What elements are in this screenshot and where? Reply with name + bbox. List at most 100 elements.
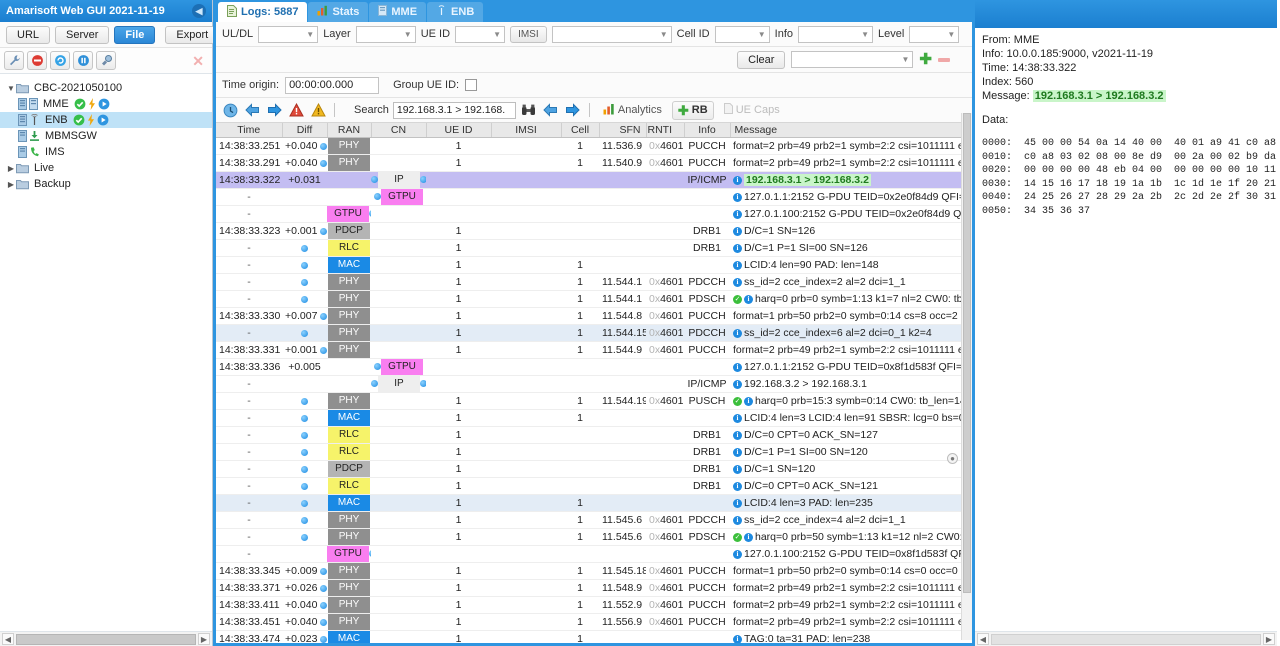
table-row[interactable]: - GTPU i 127.0.1.1:2152 G-PDU TEID=0x2e0f84… — [216, 188, 972, 206]
tree-item-ims[interactable]: IMS — [0, 144, 212, 160]
protocol-badge-phy[interactable]: PHY — [328, 308, 370, 324]
table-row[interactable]: - PHY 1 1 11.544.19 0x4601 PUSCH ✓ i harq=0 prb=… — [216, 392, 972, 410]
table-row[interactable]: 14:38:33.451 +0.040 PHY 1 1 11.556.9 0x4601 PU… — [216, 613, 972, 631]
expand-dot-icon[interactable] — [320, 584, 327, 592]
protocol-badge-phy[interactable]: PHY — [328, 325, 370, 341]
search-input[interactable]: 192.168.3.1 > 192.168. — [392, 101, 516, 119]
play-icon[interactable] — [97, 114, 109, 126]
tab-enb[interactable]: ENB — [427, 2, 484, 22]
protocol-badge-phy[interactable]: PHY — [328, 155, 370, 171]
logs-table-container[interactable]: Time Diff RAN CN UE ID IMSI Cell SFN RNT… — [216, 123, 972, 643]
table-row[interactable]: - RLC 1 DRB1 i D/C=1 P=1 SI=00 SN=120 — [216, 443, 972, 461]
add-filter-icon[interactable]: ✚ — [919, 52, 932, 67]
table-row[interactable]: 14:38:33.336 +0.005 GTPU i 127.0.1.1:2152 G-… — [216, 358, 972, 376]
protocol-badge-phy[interactable]: PHY — [328, 342, 370, 358]
preset-select[interactable]: ▼ — [791, 51, 914, 68]
expand-dot-icon[interactable] — [320, 346, 327, 354]
protocol-badge-mac[interactable]: MAC — [328, 631, 370, 643]
column-header-sfn[interactable]: SFN — [599, 123, 647, 138]
scroll-left-icon[interactable]: ◀ — [2, 633, 14, 645]
protocol-badge-mac[interactable]: MAC — [328, 257, 370, 273]
table-row[interactable]: - PHY 1 1 11.545.6 0x4601 PDSCH ✓ i harq=0 prb=5… — [216, 528, 972, 546]
expand-dot-icon[interactable] — [301, 533, 308, 541]
expand-dot-icon[interactable] — [369, 209, 371, 217]
binoculars-icon[interactable] — [520, 101, 538, 119]
table-row[interactable]: - GTPU i 127.0.1.100:2152 G-PDU TEID=0x2e0f… — [216, 205, 972, 223]
expand-dot-icon[interactable] — [320, 635, 327, 643]
protocol-badge-mac[interactable]: MAC — [328, 495, 370, 511]
scroll-thumb[interactable] — [991, 633, 1261, 645]
imsi-select[interactable]: ▼ — [551, 25, 672, 43]
column-header-imsi[interactable]: IMSI — [491, 123, 562, 138]
stop-icon[interactable] — [27, 51, 47, 70]
table-row[interactable]: 14:38:33.251 +0.040 PHY 1 1 11.536.9 0x4601 PU… — [216, 137, 972, 155]
column-header-time[interactable]: Time — [216, 123, 283, 138]
warning-triangle-icon[interactable] — [309, 101, 327, 119]
expand-dot-icon[interactable] — [320, 142, 327, 150]
refresh-icon[interactable] — [50, 51, 70, 70]
expand-dot-icon[interactable] — [320, 227, 327, 235]
scroll-right-icon[interactable]: ▶ — [1263, 633, 1275, 645]
collapse-arrow-icon[interactable]: ▶ — [6, 164, 16, 173]
protocol-badge-pdcp[interactable]: PDCP — [328, 223, 370, 239]
table-row[interactable]: 14:38:33.331 +0.001 PHY 1 1 11.544.9 0x4601 PU… — [216, 341, 972, 359]
protocol-badge-mac[interactable]: MAC — [328, 410, 370, 426]
tree-item-mme[interactable]: MME — [0, 96, 212, 112]
table-row[interactable]: - MAC 1 1 i LCID:4 len=90 PAD: len=148 — [216, 256, 972, 274]
clock-icon[interactable] — [221, 101, 239, 119]
table-row[interactable]: 14:38:33.345 +0.009 PHY 1 1 11.545.18 0x4601 P… — [216, 562, 972, 580]
column-header-message[interactable]: Message — [730, 123, 972, 138]
tab-mme[interactable]: MME — [369, 2, 427, 22]
column-header-cn[interactable]: CN — [371, 123, 427, 138]
expand-dot-icon[interactable] — [301, 261, 308, 269]
play-icon[interactable] — [98, 98, 110, 110]
expand-dot-icon[interactable] — [301, 499, 308, 507]
protocol-badge-ip[interactable]: IP — [378, 172, 420, 188]
protocol-badge-phy[interactable]: PHY — [328, 597, 370, 613]
pause-icon[interactable] — [73, 51, 93, 70]
table-row[interactable]: 14:38:33.330 +0.007 PHY 1 1 11.544.8 0x4601 PU… — [216, 307, 972, 325]
tree-item-cbc[interactable]: ▼ CBC-2021050100 — [0, 80, 212, 96]
protocol-badge-phy[interactable]: PHY — [328, 563, 370, 579]
protocol-badge-phy[interactable]: PHY — [328, 614, 370, 630]
expand-dot-icon[interactable] — [371, 175, 378, 183]
column-header-info[interactable]: Info — [684, 123, 731, 138]
error-triangle-icon[interactable] — [287, 101, 305, 119]
collapse-panel-icon[interactable]: ◀ — [192, 4, 206, 18]
protocol-badge-pdcp[interactable]: PDCP — [328, 461, 370, 477]
table-row[interactable]: - GTPU i 127.0.1.100:2152 G-PDU TEID=0x8f1d… — [216, 545, 972, 563]
expand-dot-icon[interactable] — [420, 175, 426, 183]
tree-item-backup[interactable]: ▶ Backup — [0, 176, 212, 192]
expand-dot-icon[interactable] — [301, 295, 308, 303]
expand-dot-icon[interactable] — [320, 567, 327, 575]
expand-dot-icon[interactable] — [374, 362, 381, 370]
table-row[interactable]: - RLC 1 DRB1 i D/C=0 CPT=0 ACK_SN=127 — [216, 426, 972, 444]
expand-dot-icon[interactable] — [320, 159, 327, 167]
table-row[interactable]: - MAC 1 1 i LCID:4 len=3 PAD: len=235 — [216, 494, 972, 512]
table-row[interactable]: 14:38:33.411 +0.040 PHY 1 1 11.552.9 0x4601 PU… — [216, 596, 972, 614]
table-row[interactable]: 14:38:33.323 +0.001 PDCP 1 DRB1 i D/C=1 SN=12… — [216, 222, 972, 240]
table-row[interactable]: - PDCP 1 DRB1 i D/C=1 SN=120 — [216, 460, 972, 478]
expand-dot-icon[interactable] — [320, 601, 327, 609]
analytics-button[interactable]: Analytics — [597, 101, 668, 120]
scroll-thumb[interactable] — [16, 633, 196, 645]
expand-dot-icon[interactable] — [301, 482, 308, 490]
protocol-badge-phy[interactable]: PHY — [328, 580, 370, 596]
tree-item-mbmsgw[interactable]: MBMSGW — [0, 128, 212, 144]
close-x-icon[interactable]: ✕ — [192, 53, 204, 70]
protocol-badge-rlc[interactable]: RLC — [328, 444, 370, 460]
table-row[interactable]: 14:38:33.322 +0.031 IP IP/ICMP i 192.168.3.1 … — [216, 171, 972, 189]
protocol-badge-phy[interactable]: PHY — [328, 291, 370, 307]
expand-dot-icon[interactable] — [420, 379, 426, 387]
protocol-badge-gtpu[interactable]: GTPU — [327, 206, 369, 222]
table-row[interactable]: 14:38:33.371 +0.026 PHY 1 1 11.548.9 0x4601 PU… — [216, 579, 972, 597]
table-row[interactable]: - RLC 1 DRB1 i D/C=0 CPT=0 ACK_SN=121 — [216, 477, 972, 495]
group-ueid-checkbox[interactable] — [465, 79, 478, 91]
expand-dot-icon[interactable] — [320, 618, 327, 626]
search-prev-icon[interactable] — [542, 101, 560, 119]
scroll-right-icon[interactable]: ▶ — [198, 633, 210, 645]
remove-filter-icon[interactable] — [938, 57, 950, 62]
details-horizontal-scrollbar[interactable]: ◀ ▶ — [975, 631, 1277, 646]
protocol-badge-gtpu[interactable]: GTPU — [381, 359, 423, 375]
server-button[interactable]: Server — [55, 25, 110, 44]
